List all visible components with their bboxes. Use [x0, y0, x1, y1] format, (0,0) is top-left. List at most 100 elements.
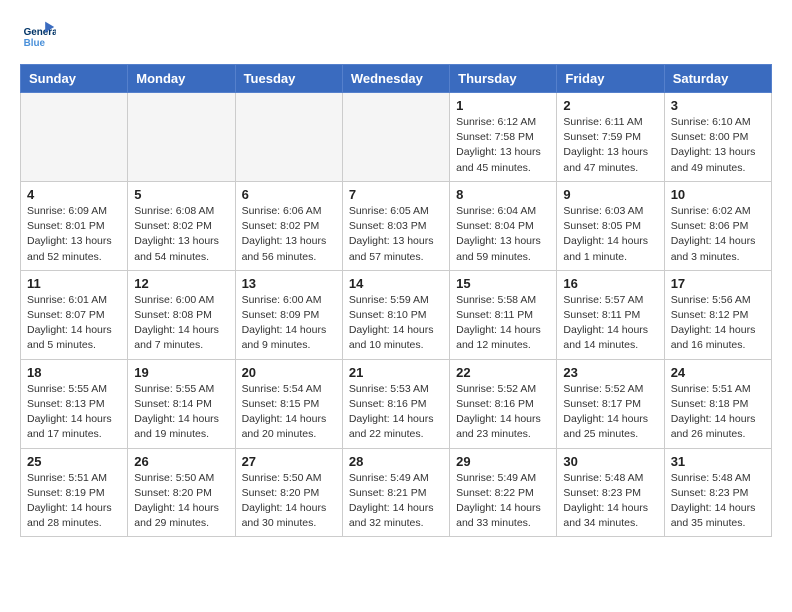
weekday-header-friday: Friday: [557, 65, 664, 93]
day-number: 28: [349, 454, 443, 469]
day-number: 12: [134, 276, 228, 291]
day-number: 31: [671, 454, 765, 469]
calendar-cell: 19Sunrise: 5:55 AMSunset: 8:14 PMDayligh…: [128, 359, 235, 448]
week-row-4: 25 Sunrise: 5:51 AMSunset: 8:19 PMDayligh…: [21, 448, 772, 537]
day-number: 14: [349, 276, 443, 291]
day-info: Sunrise: 6:02 AMSunset: 8:06 PMDaylight:…: [671, 204, 765, 265]
weekday-header-row: SundayMondayTuesdayWednesdayThursdayFrid…: [21, 65, 772, 93]
day-number: 16: [563, 276, 657, 291]
day-info: Sunrise: 6:09 AMSunset: 8:01 PMDaylight:…: [27, 204, 121, 265]
day-info: Sunrise: 5:57 AMSunset: 8:11 PMDaylight:…: [563, 293, 657, 354]
day-info: Sunrise: 6:04 AMSunset: 8:04 PMDaylight:…: [456, 204, 550, 265]
day-info: Sunrise: 5:48 AMSunset: 8:23 PMDaylight:…: [563, 471, 657, 532]
weekday-header-tuesday: Tuesday: [235, 65, 342, 93]
day-number: 8: [456, 187, 550, 202]
day-info: Sunrise: 5:52 AMSunset: 8:17 PMDaylight:…: [563, 382, 657, 443]
calendar-cell: 7 Sunrise: 6:05 AMSunset: 8:03 PMDaylight…: [342, 181, 449, 270]
day-info: Sunrise: 6:06 AMSunset: 8:02 PMDaylight:…: [242, 204, 336, 265]
day-info: Sunrise: 5:51 AMSunset: 8:19 PMDaylight:…: [27, 471, 121, 532]
calendar-cell: 5Sunrise: 6:08 AMSunset: 8:02 PMDaylight…: [128, 181, 235, 270]
day-number: 11: [27, 276, 121, 291]
day-number: 6: [242, 187, 336, 202]
day-info: Sunrise: 6:03 AMSunset: 8:05 PMDaylight:…: [563, 204, 657, 265]
day-number: 27: [242, 454, 336, 469]
day-number: 23: [563, 365, 657, 380]
day-info: Sunrise: 6:11 AMSunset: 7:59 PMDaylight:…: [563, 115, 657, 176]
day-info: Sunrise: 5:49 AMSunset: 8:22 PMDaylight:…: [456, 471, 550, 532]
day-info: Sunrise: 6:00 AMSunset: 8:08 PMDaylight:…: [134, 293, 228, 354]
calendar-cell: 20Sunrise: 5:54 AMSunset: 8:15 PMDayligh…: [235, 359, 342, 448]
calendar-cell: 25 Sunrise: 5:51 AMSunset: 8:19 PMDayligh…: [21, 448, 128, 537]
calendar-cell: 24 Sunrise: 5:51 AMSunset: 8:18 PMDayligh…: [664, 359, 771, 448]
calendar-cell: 23 Sunrise: 5:52 AMSunset: 8:17 PMDayligh…: [557, 359, 664, 448]
calendar-cell: 14 Sunrise: 5:59 AMSunset: 8:10 PMDayligh…: [342, 270, 449, 359]
day-number: 19: [134, 365, 228, 380]
day-number: 24: [671, 365, 765, 380]
day-number: 15: [456, 276, 550, 291]
week-row-2: 11 Sunrise: 6:01 AMSunset: 8:07 PMDayligh…: [21, 270, 772, 359]
day-number: 22: [456, 365, 550, 380]
day-info: Sunrise: 5:54 AMSunset: 8:15 PMDaylight:…: [242, 382, 336, 443]
calendar-cell: [235, 93, 342, 182]
day-info: Sunrise: 6:08 AMSunset: 8:02 PMDaylight:…: [134, 204, 228, 265]
day-info: Sunrise: 6:05 AMSunset: 8:03 PMDaylight:…: [349, 204, 443, 265]
day-info: Sunrise: 5:56 AMSunset: 8:12 PMDaylight:…: [671, 293, 765, 354]
weekday-header-saturday: Saturday: [664, 65, 771, 93]
weekday-header-wednesday: Wednesday: [342, 65, 449, 93]
calendar-cell: 31 Sunrise: 5:48 AMSunset: 8:23 PMDayligh…: [664, 448, 771, 537]
weekday-header-monday: Monday: [128, 65, 235, 93]
week-row-1: 4 Sunrise: 6:09 AMSunset: 8:01 PMDaylight…: [21, 181, 772, 270]
day-info: Sunrise: 5:50 AMSunset: 8:20 PMDaylight:…: [242, 471, 336, 532]
weekday-header-thursday: Thursday: [450, 65, 557, 93]
calendar-cell: 4 Sunrise: 6:09 AMSunset: 8:01 PMDaylight…: [21, 181, 128, 270]
calendar-cell: 8 Sunrise: 6:04 AMSunset: 8:04 PMDaylight…: [450, 181, 557, 270]
calendar-cell: 6 Sunrise: 6:06 AMSunset: 8:02 PMDaylight…: [235, 181, 342, 270]
svg-text:Blue: Blue: [24, 38, 46, 49]
day-number: 25: [27, 454, 121, 469]
calendar-cell: [21, 93, 128, 182]
calendar-cell: 15 Sunrise: 5:58 AMSunset: 8:11 PMDayligh…: [450, 270, 557, 359]
day-number: 7: [349, 187, 443, 202]
calendar-cell: 29 Sunrise: 5:49 AMSunset: 8:22 PMDayligh…: [450, 448, 557, 537]
day-number: 26: [134, 454, 228, 469]
calendar-cell: 17 Sunrise: 5:56 AMSunset: 8:12 PMDayligh…: [664, 270, 771, 359]
day-number: 13: [242, 276, 336, 291]
calendar-cell: 9Sunrise: 6:03 AMSunset: 8:05 PMDaylight…: [557, 181, 664, 270]
calendar-cell: 26Sunrise: 5:50 AMSunset: 8:20 PMDayligh…: [128, 448, 235, 537]
calendar-cell: 21 Sunrise: 5:53 AMSunset: 8:16 PMDayligh…: [342, 359, 449, 448]
logo-icon: General Blue: [20, 18, 56, 54]
calendar-cell: 16 Sunrise: 5:57 AMSunset: 8:11 PMDayligh…: [557, 270, 664, 359]
day-info: Sunrise: 5:55 AMSunset: 8:13 PMDaylight:…: [27, 382, 121, 443]
day-number: 2: [563, 98, 657, 113]
day-number: 29: [456, 454, 550, 469]
header: General Blue: [20, 18, 772, 54]
day-number: 3: [671, 98, 765, 113]
day-info: Sunrise: 6:00 AMSunset: 8:09 PMDaylight:…: [242, 293, 336, 354]
day-number: 21: [349, 365, 443, 380]
day-info: Sunrise: 5:53 AMSunset: 8:16 PMDaylight:…: [349, 382, 443, 443]
day-info: Sunrise: 6:01 AMSunset: 8:07 PMDaylight:…: [27, 293, 121, 354]
calendar-cell: 30Sunrise: 5:48 AMSunset: 8:23 PMDayligh…: [557, 448, 664, 537]
calendar-cell: 2 Sunrise: 6:11 AMSunset: 7:59 PMDaylight…: [557, 93, 664, 182]
day-info: Sunrise: 5:58 AMSunset: 8:11 PMDaylight:…: [456, 293, 550, 354]
week-row-0: 1 Sunrise: 6:12 AMSunset: 7:58 PMDaylight…: [21, 93, 772, 182]
day-number: 1: [456, 98, 550, 113]
day-info: Sunrise: 5:48 AMSunset: 8:23 PMDaylight:…: [671, 471, 765, 532]
calendar-cell: 10 Sunrise: 6:02 AMSunset: 8:06 PMDayligh…: [664, 181, 771, 270]
day-number: 4: [27, 187, 121, 202]
day-info: Sunrise: 6:12 AMSunset: 7:58 PMDaylight:…: [456, 115, 550, 176]
calendar-cell: 13 Sunrise: 6:00 AMSunset: 8:09 PMDayligh…: [235, 270, 342, 359]
calendar: SundayMondayTuesdayWednesdayThursdayFrid…: [20, 64, 772, 537]
calendar-cell: 22Sunrise: 5:52 AMSunset: 8:16 PMDayligh…: [450, 359, 557, 448]
day-info: Sunrise: 5:49 AMSunset: 8:21 PMDaylight:…: [349, 471, 443, 532]
day-info: Sunrise: 5:51 AMSunset: 8:18 PMDaylight:…: [671, 382, 765, 443]
calendar-cell: 18 Sunrise: 5:55 AMSunset: 8:13 PMDayligh…: [21, 359, 128, 448]
calendar-cell: 3Sunrise: 6:10 AMSunset: 8:00 PMDaylight…: [664, 93, 771, 182]
page: General Blue SundayMondayTuesdayWednesda…: [0, 0, 792, 555]
weekday-header-sunday: Sunday: [21, 65, 128, 93]
day-number: 10: [671, 187, 765, 202]
day-info: Sunrise: 5:59 AMSunset: 8:10 PMDaylight:…: [349, 293, 443, 354]
day-number: 18: [27, 365, 121, 380]
day-number: 17: [671, 276, 765, 291]
logo: General Blue: [20, 18, 56, 54]
